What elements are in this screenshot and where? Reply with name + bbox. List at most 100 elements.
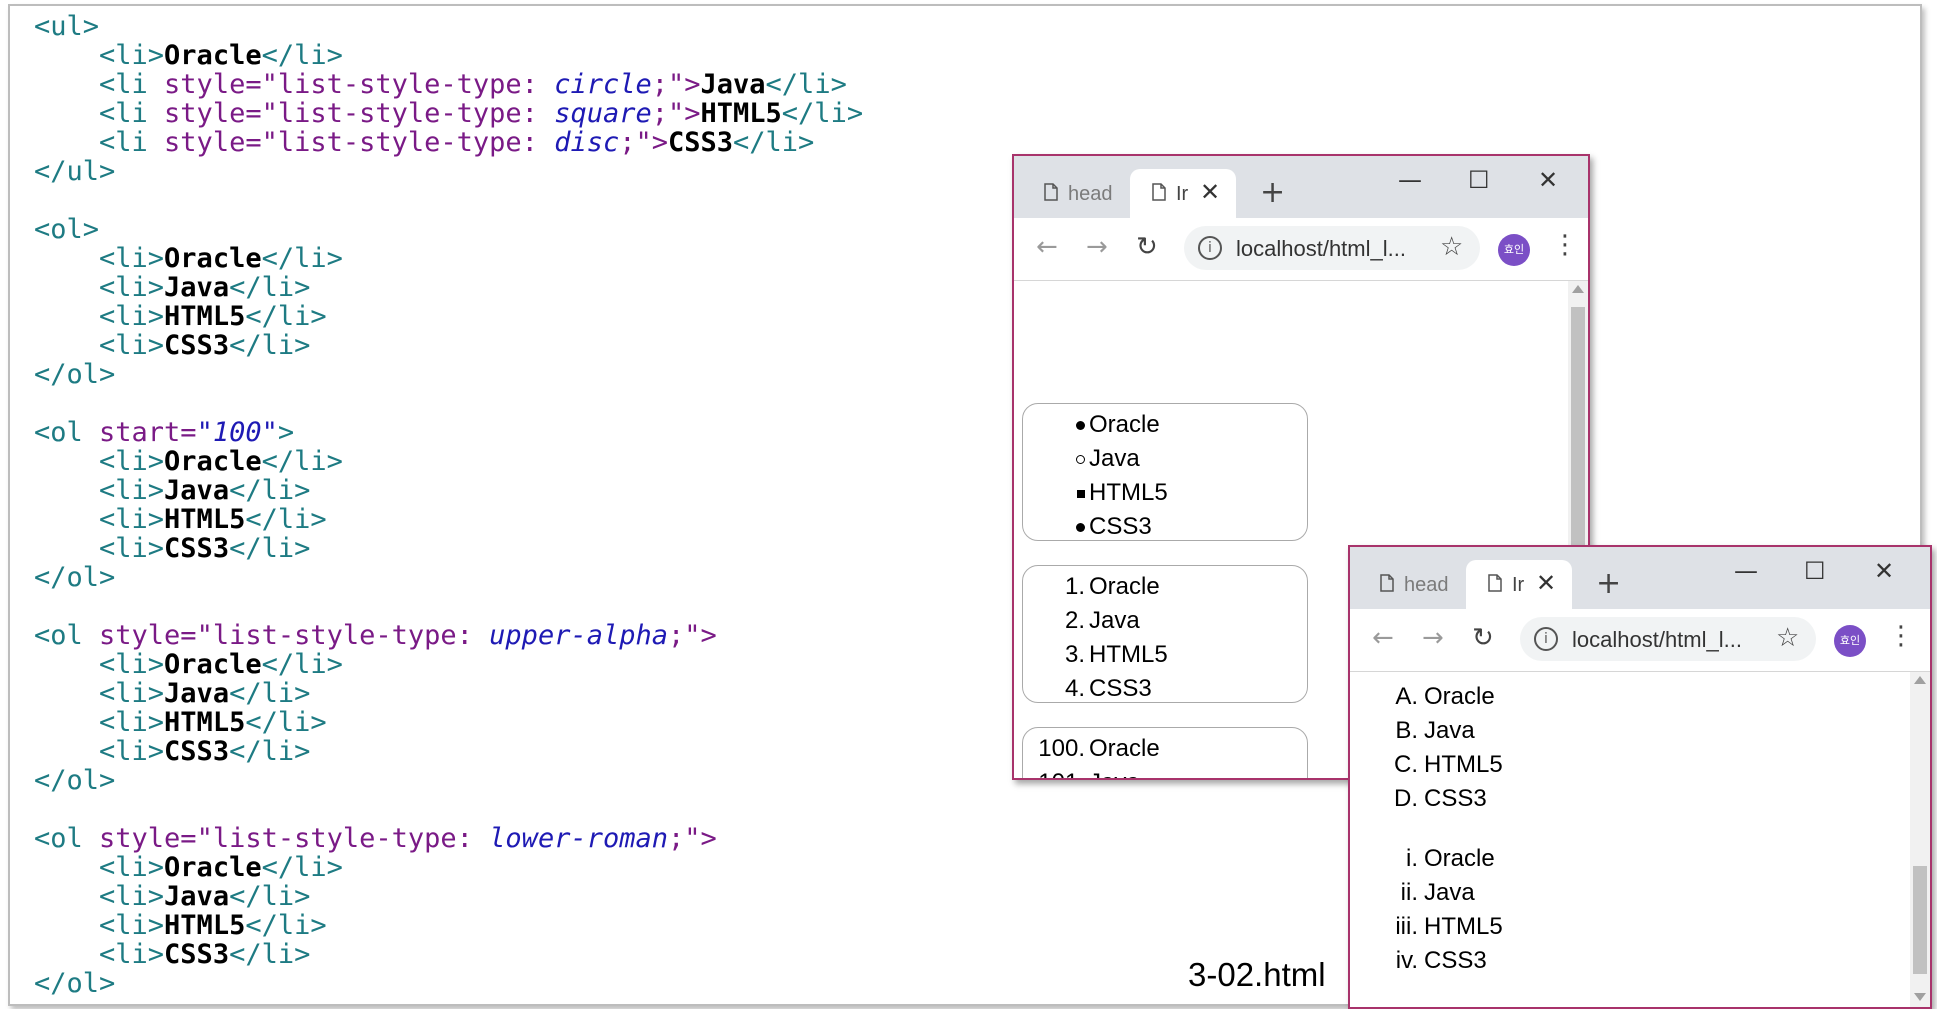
code-token: <li> [34, 272, 165, 303]
code-line: <li>HTML5</li> [34, 708, 863, 737]
scroll-up-icon[interactable] [1572, 285, 1584, 293]
code-line: <li>HTML5</li> [34, 911, 863, 940]
code-line: <li>Oracle</li> [34, 447, 863, 476]
document-icon [1044, 183, 1058, 201]
tab-head[interactable]: head [1358, 560, 1466, 609]
code-token: </li> [245, 301, 327, 332]
minimize-button[interactable]: — [1398, 166, 1422, 194]
tab-head[interactable]: head [1022, 169, 1130, 218]
list-item: i. Oracle [1358, 842, 1642, 876]
tab-label: head [1068, 183, 1112, 205]
code-token: Java [164, 272, 230, 303]
info-icon[interactable]: i [1534, 627, 1558, 651]
info-icon[interactable]: i [1198, 236, 1222, 260]
new-tab-button[interactable]: + [1260, 178, 1285, 208]
code-token: </li> [781, 98, 864, 129]
maximize-button[interactable]: ☐ [1804, 557, 1826, 585]
scroll-down-icon[interactable] [1914, 993, 1926, 1001]
list-item-text: Java [1089, 445, 1140, 472]
scroll-thumb[interactable] [1913, 866, 1927, 974]
code-token: </li> [229, 330, 311, 361]
reload-icon[interactable]: ↻ [1136, 232, 1158, 262]
tab-active[interactable]: Ir ✕ [1466, 560, 1572, 609]
code-token: <ol [34, 620, 100, 651]
list-item: 101. Java [1023, 766, 1307, 778]
code-token: </li> [229, 881, 311, 912]
address-bar[interactable]: i localhost/html_l... ☆ [1184, 226, 1480, 270]
list-marker: 4. [1064, 675, 1085, 702]
code-token: <li> [34, 533, 165, 564]
list-lower-roman: i. Oracle ii. Java iii. HTML5 iv. CSS3 [1358, 838, 1642, 974]
list-item: iii. HTML5 [1358, 910, 1642, 944]
code-line: <li>HTML5</li> [34, 302, 863, 331]
code-token: lower-roman [489, 823, 668, 854]
browser-toolbar: ← → ↻ i localhost/html_l... ☆ 효인 ⋮ [1014, 218, 1588, 281]
document-icon [1380, 574, 1394, 592]
code-token: ;"> [651, 69, 701, 100]
star-icon[interactable]: ☆ [1776, 623, 1799, 653]
code-token: </ol> [34, 968, 116, 999]
code-line: </ul> [34, 157, 863, 186]
code-token: <li> [34, 243, 165, 274]
code-token: Oracle [164, 243, 262, 274]
arrow-right-icon[interactable]: → [1086, 232, 1108, 262]
code-token: <li> [34, 446, 165, 477]
code-token: <li> [34, 881, 165, 912]
avatar[interactable]: 효인 [1834, 625, 1866, 657]
code-token: </li> [229, 939, 311, 970]
code-token: </li> [765, 69, 847, 100]
new-tab-button[interactable]: + [1596, 569, 1621, 599]
list-item: 2. Java [1023, 604, 1307, 638]
code-token: </li> [261, 649, 343, 680]
code-token: style="list-style-type: [164, 98, 555, 129]
list-item-text: CSS3 [1424, 947, 1487, 974]
document-icon [1152, 183, 1166, 201]
code-token: Oracle [164, 40, 262, 71]
list-item-text: CSS3 [1089, 513, 1152, 540]
tab-close-icon[interactable]: ✕ [1200, 178, 1220, 207]
kebab-menu-icon[interactable]: ⋮ [1552, 230, 1578, 260]
avatar[interactable]: 효인 [1498, 234, 1530, 266]
tab-active[interactable]: Ir ✕ [1130, 169, 1236, 218]
code-token: <li> [34, 910, 165, 941]
reload-icon[interactable]: ↻ [1472, 623, 1494, 653]
list-marker: D. [1394, 785, 1418, 812]
kebab-menu-icon[interactable]: ⋮ [1888, 621, 1914, 651]
arrow-left-icon[interactable]: ← [1372, 623, 1394, 653]
arrow-right-icon[interactable]: → [1422, 623, 1444, 653]
list-marker: C. [1394, 751, 1418, 778]
tab-label: head [1404, 574, 1448, 596]
code-line: <ol style="list-style-type: upper-alpha;… [34, 621, 863, 650]
close-window-button[interactable]: ✕ [1538, 166, 1558, 194]
list-item: 4. CSS3 [1023, 672, 1307, 706]
list-marker: iv. [1395, 947, 1418, 974]
code-line: <li>Oracle</li> [34, 650, 863, 679]
maximize-button[interactable]: ☐ [1468, 166, 1490, 194]
list-item: iv. CSS3 [1358, 944, 1642, 978]
code-token: <li> [34, 736, 165, 767]
list-item-text: Java [1089, 607, 1140, 634]
tab-close-icon[interactable]: ✕ [1536, 569, 1556, 598]
list-item-text: CSS3 [1424, 785, 1487, 812]
address-bar[interactable]: i localhost/html_l... ☆ [1520, 617, 1816, 661]
list-marker: iii. [1395, 913, 1418, 940]
code-token: </li> [229, 272, 311, 303]
code-token: HTML5 [164, 504, 246, 535]
vertical-scrollbar[interactable] [1910, 672, 1930, 1007]
code-token: <li> [34, 649, 165, 680]
star-icon[interactable]: ☆ [1440, 232, 1463, 262]
code-token: disc [554, 127, 620, 158]
list-item-text: Oracle [1089, 735, 1160, 762]
code-line: </ol> [34, 969, 863, 998]
close-window-button[interactable]: ✕ [1874, 557, 1894, 585]
arrow-left-icon[interactable]: ← [1036, 232, 1058, 262]
scroll-up-icon[interactable] [1914, 676, 1926, 684]
code-line: <li>CSS3</li> [34, 331, 863, 360]
code-line: <ol start="100"> [34, 418, 863, 447]
list-item-text: Oracle [1089, 411, 1160, 438]
minimize-button[interactable]: — [1734, 557, 1758, 585]
circle-bullet-icon [1076, 455, 1085, 465]
code-token: </li> [245, 504, 327, 535]
code-token: </li> [229, 475, 311, 506]
